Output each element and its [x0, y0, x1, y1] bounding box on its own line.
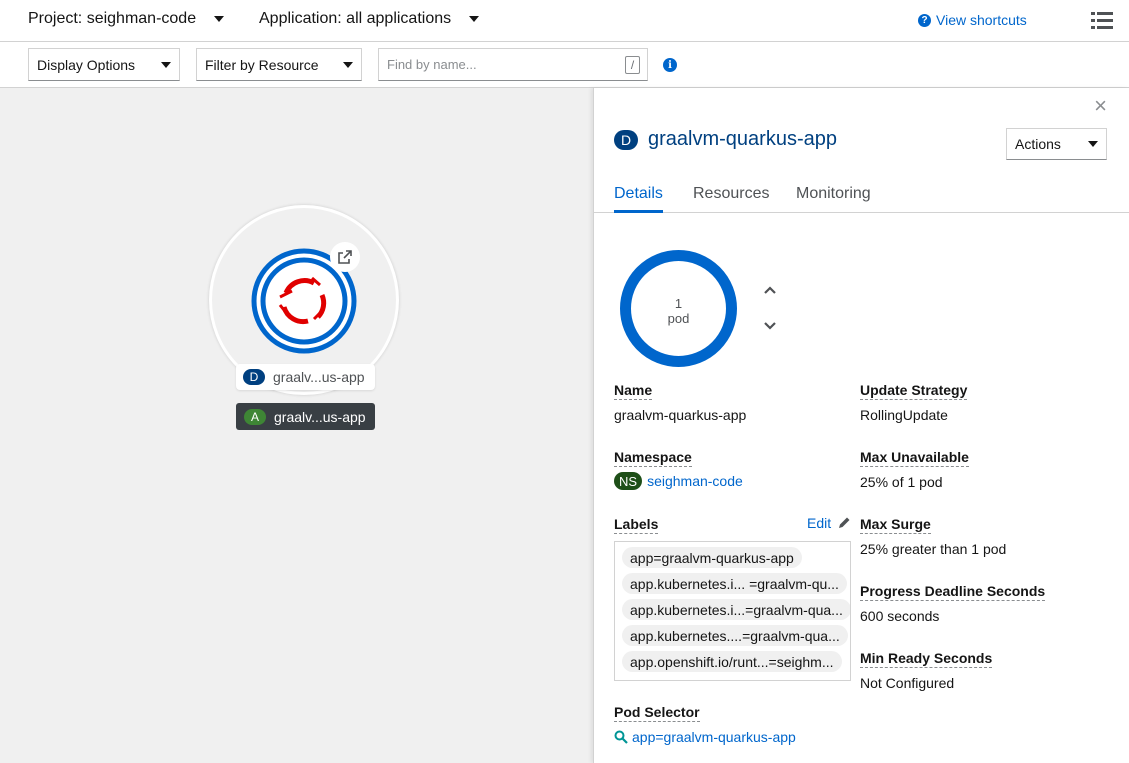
caret-down-icon — [161, 61, 171, 68]
update-strategy-label: Update Strategy — [860, 382, 968, 400]
project-dropdown-label: Project: seighman-code — [28, 10, 197, 27]
namespace-link[interactable]: seighman-code — [647, 473, 743, 489]
caret-down-icon — [214, 16, 225, 22]
deployment-name-link[interactable]: graalvm-quarkus-app — [648, 128, 837, 151]
application-dropdown-label: Application: all applications — [259, 10, 452, 27]
namespace-value: NS seighman-code — [614, 472, 743, 490]
update-strategy-value: RollingUpdate — [860, 407, 948, 423]
label-chip[interactable]: app=graalvm-quarkus-app — [622, 547, 802, 568]
workload-node-name: graalv...us-app — [273, 369, 365, 385]
label-chip[interactable]: app.kubernetes....=graalvm-qua... — [622, 625, 848, 646]
actions-label: Actions — [1015, 136, 1061, 152]
label-chip[interactable]: app.openshift.io/runt...=seighm... — [622, 651, 842, 672]
pod-unit: pod — [667, 311, 690, 326]
masthead-toolbar: Project: seighman-code Application: all … — [0, 0, 1129, 42]
view-shortcuts-link[interactable]: ? View shortcuts — [918, 12, 1027, 28]
labels-list: app=graalvm-quarkus-app app.kubernetes.i… — [614, 541, 851, 681]
open-url-decorator[interactable] — [330, 242, 360, 272]
scale-up-icon[interactable] — [762, 282, 778, 298]
caret-down-icon — [1088, 141, 1098, 147]
edit-labels-link[interactable]: Edit — [807, 515, 851, 531]
panel-tabs: Details Resources Monitoring — [594, 176, 1129, 213]
pencil-icon — [839, 517, 850, 528]
application-badge: A — [244, 408, 266, 425]
info-icon[interactable]: i — [663, 58, 677, 72]
label-chip[interactable]: app.kubernetes.i... =graalvm-qu... — [622, 573, 847, 594]
deployment-badge: D — [614, 129, 638, 150]
max-surge-value: 25% greater than 1 pod — [860, 541, 1007, 557]
application-group-label[interactable]: A graalv...us-app — [236, 403, 375, 430]
application-group-name: graalv...us-app — [274, 408, 366, 425]
filter-by-resource-label: Filter by Resource — [205, 56, 319, 73]
list-view-icon[interactable] — [1091, 12, 1113, 30]
pod-selector-link[interactable]: app=graalvm-quarkus-app — [614, 729, 796, 745]
label-chip[interactable]: app.kubernetes.i...=graalvm-qua... — [622, 599, 850, 620]
tab-details[interactable]: Details — [614, 185, 663, 203]
namespace-label: Namespace — [614, 449, 692, 467]
display-options-label: Display Options — [37, 56, 136, 73]
project-dropdown[interactable]: Project: seighman-code — [28, 10, 225, 28]
min-ready-value: Not Configured — [860, 675, 955, 691]
min-ready-label: Min Ready Seconds — [860, 650, 993, 668]
topology-filter-bar: Display Options Filter by Resource Find … — [0, 42, 1129, 88]
topology-canvas[interactable]: D graalv...us-app A graalv...us-app — [0, 88, 593, 763]
search-icon — [614, 730, 628, 744]
edit-label: Edit — [807, 515, 832, 531]
close-icon[interactable]: × — [1094, 95, 1107, 117]
deployment-badge: D — [243, 369, 265, 385]
max-unavailable-label: Max Unavailable — [860, 449, 969, 467]
find-by-name-input[interactable]: Find by name... / — [378, 48, 648, 81]
application-dropdown[interactable]: Application: all applications — [259, 10, 480, 28]
labels-label: Labels — [614, 516, 659, 534]
filter-by-resource-dropdown[interactable]: Filter by Resource — [196, 48, 362, 81]
progress-deadline-value: 600 seconds — [860, 608, 940, 624]
workload-node-label[interactable]: D graalv...us-app — [236, 364, 375, 390]
external-link-icon — [338, 250, 352, 264]
pod-selector-value: app=graalvm-quarkus-app — [632, 729, 796, 745]
tab-monitoring[interactable]: Monitoring — [796, 185, 871, 203]
pod-selector-label: Pod Selector — [614, 704, 700, 722]
view-shortcuts-label: View shortcuts — [936, 12, 1027, 28]
caret-down-icon — [343, 61, 353, 68]
pod-count-label: 1 pod — [618, 296, 739, 326]
find-by-name-placeholder: Find by name... — [387, 57, 477, 72]
pod-count: 1 — [674, 296, 683, 311]
tab-resources[interactable]: Resources — [693, 185, 769, 203]
name-value: graalvm-quarkus-app — [614, 407, 747, 423]
name-label: Name — [614, 382, 653, 400]
question-circle-icon: ? — [918, 13, 931, 27]
max-surge-label: Max Surge — [860, 516, 931, 534]
progress-deadline-label: Progress Deadline Seconds — [860, 583, 1046, 601]
active-tab-indicator — [614, 210, 663, 213]
display-options-dropdown[interactable]: Display Options — [28, 48, 180, 81]
actions-dropdown[interactable]: Actions — [1006, 128, 1107, 160]
panel-title: D graalvm-quarkus-app — [614, 128, 837, 151]
scale-down-icon[interactable] — [762, 318, 778, 334]
caret-down-icon — [469, 16, 480, 22]
namespace-badge: NS — [614, 472, 643, 490]
max-unavailable-value: 25% of 1 pod — [860, 474, 943, 490]
search-shortcut-key: / — [625, 56, 640, 74]
resource-side-panel: × D graalvm-quarkus-app Actions Details … — [593, 88, 1129, 763]
